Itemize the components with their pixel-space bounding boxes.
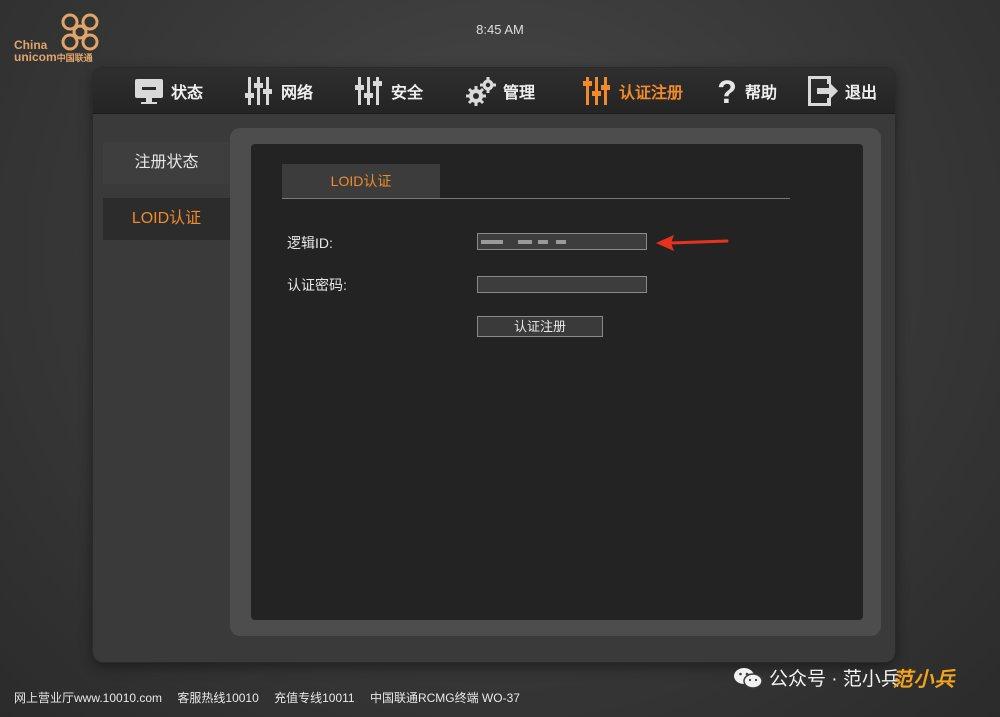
redacted-value (538, 240, 548, 244)
loid-label: 逻辑ID: (287, 235, 333, 251)
watermark-badge: 范小兵 (892, 669, 956, 691)
sidebar-item-label: LOID认证 (131, 210, 202, 227)
top-nav-bar: 状态 网络 安全 管理 认证注册 ? 帮助 退出 (93, 68, 895, 114)
annotation-arrow-icon (656, 233, 730, 258)
nav-item-network[interactable]: 网络 (243, 72, 313, 110)
redacted-value (556, 240, 566, 244)
exit-icon (807, 75, 839, 107)
footer-service-hotline: 客服热线10010 (177, 691, 259, 705)
tab-label: LOID认证 (330, 173, 392, 189)
sliders-icon (243, 75, 275, 107)
nav-item-status[interactable]: 状态 (133, 72, 203, 110)
watermark: 公众号 · 范小兵 (733, 664, 900, 691)
auth-register-button[interactable]: 认证注册 (477, 316, 603, 337)
sidebar-item-register-status[interactable]: 注册状态 (103, 142, 230, 184)
nav-item-network-label: 网络 (281, 85, 314, 102)
nav-item-help-label: 帮助 (745, 85, 778, 102)
redacted-value (481, 240, 503, 244)
tab-loid-auth[interactable]: LOID认证 (282, 164, 440, 198)
sidebar-item-loid-auth[interactable]: LOID认证 (103, 198, 230, 240)
monitor-icon (133, 75, 165, 107)
content-panel: LOID认证 逻辑ID: 认证密码: 认证注册 (230, 128, 881, 636)
nav-item-management[interactable]: 管理 (465, 72, 535, 110)
gears-icon (465, 75, 497, 107)
status-clock: 8:45 AM (476, 22, 524, 37)
china-unicom-logo: China unicom中国联通 (14, 12, 114, 68)
nav-item-management-label: 管理 (503, 85, 536, 102)
sliders-icon (353, 75, 385, 107)
nav-item-security[interactable]: 安全 (353, 72, 423, 110)
logo-line-unicom: unicom (14, 50, 57, 64)
footer-online-hall: 网上营业厅www.10010.com (14, 691, 163, 705)
main-frame: 状态 网络 安全 管理 认证注册 ? 帮助 退出 注册状态 LOID认证 LOI… (93, 68, 895, 662)
redacted-value (518, 240, 532, 244)
nav-item-status-label: 状态 (171, 85, 204, 102)
nav-item-security-label: 安全 (391, 85, 424, 102)
wechat-icon (734, 667, 763, 689)
sliders-icon (581, 75, 613, 107)
footer-terminal-model: 中国联通RCMG终端 WO-37 (369, 691, 520, 705)
tab-divider (282, 198, 790, 199)
nav-item-auth-register[interactable]: 认证注册 (581, 72, 683, 110)
content-panel-inner: LOID认证 逻辑ID: 认证密码: 认证注册 (251, 144, 863, 620)
logo-line-cn: 中国联通 (56, 53, 93, 63)
question-icon: ? (715, 75, 739, 107)
loid-input[interactable] (477, 233, 647, 250)
svg-text:?: ? (717, 75, 737, 107)
footer-bar: 网上营业厅www.10010.com 客服热线10010 充值专线10011 中… (14, 689, 532, 706)
password-label: 认证密码: (287, 277, 347, 293)
nav-item-auth-register-label: 认证注册 (619, 85, 684, 102)
nav-item-logout-label: 退出 (845, 85, 878, 102)
sidebar-item-label: 注册状态 (134, 154, 199, 171)
nav-item-logout[interactable]: 退出 (807, 72, 877, 110)
footer-recharge-line: 充值专线10011 (274, 691, 355, 705)
nav-item-help[interactable]: ? 帮助 (715, 72, 777, 110)
password-input[interactable] (477, 276, 647, 293)
